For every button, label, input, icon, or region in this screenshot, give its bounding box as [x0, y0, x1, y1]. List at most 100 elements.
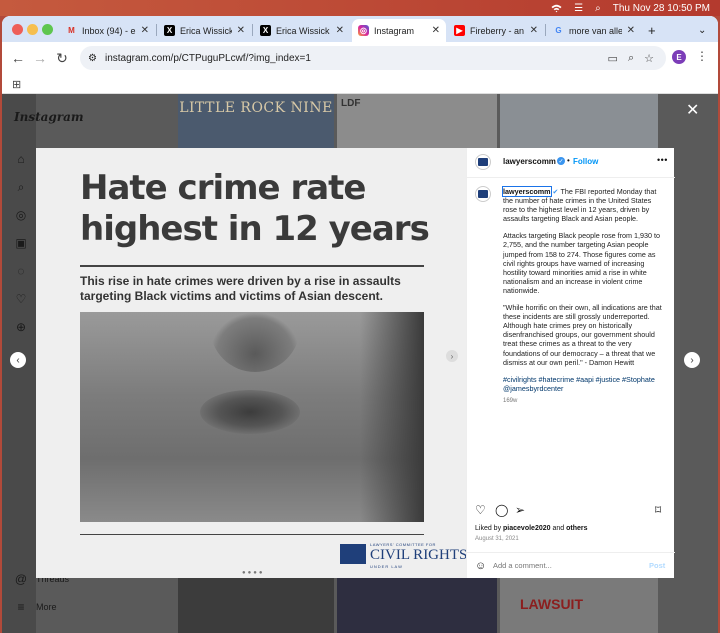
avatar[interactable]: [475, 154, 491, 170]
lawyers-committee-logo: LAWYERS' COMMITTEE FOR CIVIL RIGHTS UNDE…: [340, 542, 467, 570]
post-caption: lawyerscomm ✔ The FBI reported Monday th…: [502, 186, 667, 414]
site-info-icon[interactable]: ⚙: [88, 53, 97, 64]
more-menu-icon[interactable]: ≡: [14, 600, 28, 614]
url-text[interactable]: instagram.com/p/CTPuguPLcwf/?img_index=1: [105, 53, 311, 64]
tab-x-1[interactable]: X Erica Wissick ✕: [158, 19, 251, 42]
tab-divider: [156, 24, 157, 36]
caption-hashtags[interactable]: #civilrights #hatecrime #aapi #justice #…: [503, 375, 667, 393]
bookmarks-bar: ⊞: [2, 74, 718, 94]
post-image-headline: Hate crime rate highest in 12 years: [80, 168, 430, 249]
post-age[interactable]: 169w: [503, 397, 667, 406]
separator-dot: •: [567, 156, 570, 165]
more-options-icon[interactable]: •••: [657, 155, 668, 165]
post-header: lawyerscomm ✓ • Follow •••: [467, 148, 675, 178]
comment-input[interactable]: Add a comment...: [493, 561, 552, 570]
control-center-icon[interactable]: ☰: [574, 3, 583, 14]
tab-google[interactable]: G more van aller ✕: [547, 19, 641, 42]
background-post-lawsuit[interactable]: LAWSUIT: [500, 578, 658, 633]
caption-username[interactable]: lawyerscomm: [502, 186, 552, 197]
maximize-window-button[interactable]: [42, 24, 53, 35]
close-modal-icon[interactable]: ✕: [686, 100, 699, 120]
comment-icon[interactable]: ◯: [495, 503, 508, 517]
next-post-icon[interactable]: ›: [684, 352, 700, 368]
instagram-logo[interactable]: Instagram: [14, 110, 84, 124]
photo-shadow: [360, 312, 424, 522]
close-tab-icon[interactable]: ✕: [432, 25, 440, 36]
browser-window: M Inbox (94) - e ✕ X Erica Wissick ✕ X E…: [2, 16, 718, 633]
tab-fireberry[interactable]: ▶ Fireberry - an ✕: [448, 19, 544, 42]
caption-paragraph: Attacks targeting Black people rose from…: [503, 231, 661, 295]
save-bookmark-icon[interactable]: ⌑: [655, 503, 661, 517]
bookmark-star-icon[interactable]: ☆: [644, 52, 654, 65]
photo-nose: [210, 312, 300, 372]
apps-grid-icon[interactable]: ⊞: [12, 78, 21, 91]
liked-by-user[interactable]: piacevole2020: [503, 525, 550, 532]
home-icon[interactable]: ⌂: [14, 152, 28, 166]
next-image-icon[interactable]: ›: [446, 350, 458, 362]
create-icon[interactable]: ⊕: [14, 320, 28, 334]
liked-by-others[interactable]: others: [566, 525, 587, 532]
notifications-icon[interactable]: ♡: [14, 292, 28, 306]
back-icon[interactable]: ←: [10, 50, 26, 66]
follow-button[interactable]: Follow: [573, 157, 598, 166]
close-tab-icon[interactable]: ✕: [530, 25, 538, 36]
post-comment-button[interactable]: Post: [649, 561, 665, 570]
search-icon[interactable]: ⌕: [595, 3, 601, 14]
menu-bar: ☰ ⌕ Thu Nov 28 10:50 PM: [0, 0, 720, 16]
zoom-icon[interactable]: ⌕: [628, 52, 634, 65]
tab-divider: [545, 24, 546, 36]
background-post[interactable]: [178, 578, 334, 633]
background-post-tweet[interactable]: [500, 94, 658, 148]
photo-lips: [200, 390, 300, 434]
address-bar[interactable]: ⚙ instagram.com/p/CTPuguPLcwf/?img_index…: [80, 46, 666, 70]
close-tab-icon[interactable]: ✕: [237, 25, 245, 36]
emoji-icon[interactable]: ☺: [475, 560, 486, 572]
close-tab-icon[interactable]: ✕: [141, 25, 149, 36]
gmail-icon: M: [68, 26, 75, 35]
install-app-icon[interactable]: ▭: [608, 52, 618, 65]
explore-icon[interactable]: ◎: [14, 208, 28, 222]
reload-icon[interactable]: ↻: [54, 50, 70, 66]
close-tab-icon[interactable]: ✕: [627, 25, 635, 36]
profile-avatar[interactable]: E: [672, 50, 686, 64]
instagram-icon: ◎: [358, 25, 369, 36]
reels-icon[interactable]: ▣: [14, 236, 28, 250]
divider: [80, 534, 424, 535]
comment-bar: ☺ Add a comment... Post: [467, 552, 675, 578]
close-window-button[interactable]: [12, 24, 23, 35]
threads-icon[interactable]: @: [14, 572, 28, 586]
caption-quote: "While horrific on their own, all indica…: [503, 303, 662, 367]
instagram-page: Instagram ⌂ ⌕ ◎ ▣ ◌ ♡ ⊕ @ Threads ≡ More…: [2, 94, 718, 633]
post-username[interactable]: lawyerscomm: [503, 157, 556, 166]
likes-summary: Liked by piacevole2020 and others: [475, 525, 588, 532]
tab-divider: [252, 24, 253, 36]
share-icon[interactable]: ➢: [515, 503, 525, 517]
verified-badge-icon: ✓: [557, 157, 565, 165]
post-modal: Hate crime rate highest in 12 years This…: [36, 148, 675, 578]
messages-icon[interactable]: ◌: [14, 264, 28, 278]
tab-search-button[interactable]: ⌄: [692, 19, 712, 42]
menubar-date-time[interactable]: Thu Nov 28 10:50 PM: [613, 3, 710, 14]
like-heart-icon[interactable]: ♡: [475, 503, 486, 517]
forward-icon[interactable]: →: [32, 50, 48, 66]
post-details: lawyerscomm ✓ • Follow ••• lawyerscomm ✔…: [466, 148, 675, 578]
browser-menu-icon[interactable]: ⋮: [696, 49, 708, 63]
tab-instagram[interactable]: ◎ Instagram ✕: [352, 19, 446, 42]
close-tab-icon[interactable]: ✕: [336, 25, 344, 36]
google-icon: G: [555, 26, 562, 35]
search-icon[interactable]: ⌕: [14, 180, 28, 194]
more-link[interactable]: More: [36, 602, 57, 612]
tab-x-2[interactable]: X Erica Wissick ✕: [254, 19, 350, 42]
new-tab-button[interactable]: +: [642, 19, 662, 42]
post-image[interactable]: Hate crime rate highest in 12 years This…: [36, 148, 467, 578]
tab-gmail[interactable]: M Inbox (94) - e ✕: [60, 19, 155, 42]
avatar[interactable]: [475, 186, 491, 202]
minimize-window-button[interactable]: [27, 24, 38, 35]
background-post-little-rock-nine[interactable]: LITTLE ROCK NINE: [178, 94, 334, 148]
youtube-icon: ▶: [454, 25, 465, 36]
post-image-subhead: This rise in hate crimes were driven by …: [80, 274, 401, 303]
background-post-ldf[interactable]: LDF: [337, 94, 497, 148]
wifi-icon[interactable]: [551, 4, 562, 13]
previous-post-icon[interactable]: ‹: [10, 352, 26, 368]
background-post[interactable]: [337, 578, 497, 633]
